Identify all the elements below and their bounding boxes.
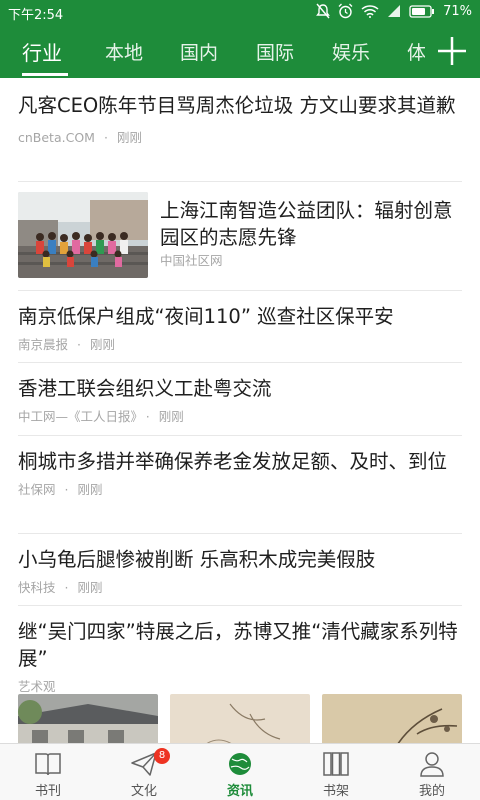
news-meta: 中工网—《工人日报》 · 刚刚 <box>18 409 184 424</box>
news-time: 刚刚 <box>77 482 103 497</box>
news-item[interactable]: 小乌龟后腿惨被削断 乐高积木成完美假肢 快科技 · 刚刚 <box>18 534 462 606</box>
notification-badge: 8 <box>154 748 170 764</box>
tab-entertainment[interactable]: 娱乐 <box>332 38 370 65</box>
building-image <box>18 694 158 743</box>
news-item[interactable]: 南京低保户组成“夜间110” 巡查社区保平安 南京晨报 · 刚刚 <box>18 291 462 363</box>
news-meta: cnBeta.COM · 刚刚 <box>18 130 142 145</box>
news-meta: 中国社区网 <box>160 250 223 269</box>
news-time: 刚刚 <box>158 409 184 424</box>
news-source: cnBeta.COM <box>18 130 95 145</box>
news-meta: 艺术观 <box>18 676 462 695</box>
nav-bookshelf[interactable]: 书架 <box>288 744 384 800</box>
news-source: 中工网—《工人日报》 <box>18 409 137 424</box>
status-time: 下午2:54 <box>8 8 64 23</box>
news-source: 快科技 <box>18 580 56 595</box>
nav-label: 文化 <box>130 784 157 799</box>
news-title: 凡客CEO陈年节目骂周杰伦垃圾 方文山要求其道歉 <box>18 94 456 117</box>
painting-image <box>170 694 310 743</box>
nav-label: 书架 <box>322 784 349 799</box>
tab-international[interactable]: 国际 <box>256 38 294 65</box>
news-title: 桐城市多措并举确保养老金发放足额、及时、到位 <box>18 450 448 473</box>
add-channel-icon[interactable] <box>436 35 468 67</box>
news-feed: 凡客CEO陈年节目骂周杰伦垃圾 方文山要求其道歉 cnBeta.COM·刚刚 <box>0 78 480 743</box>
news-title: 南京低保户组成“夜间110” 巡查社区保平安 <box>18 305 394 328</box>
user-icon <box>420 752 444 777</box>
channel-tabs: 行业 本地 国内 国际 娱乐 体 <box>0 24 425 78</box>
group-photo-image <box>18 192 148 278</box>
news-title: 上海江南智造公益团队：辐射创意园区的志愿先锋 <box>160 199 453 249</box>
news-source: 艺术观 <box>18 679 56 694</box>
news-title: 小乌龟后腿惨被削断 乐高积木成完美假肢 <box>18 548 376 571</box>
nav-mine[interactable]: 我的 <box>384 744 480 800</box>
news-source: 南京晨报 <box>18 337 69 352</box>
news-image <box>18 694 158 743</box>
news-time: 刚刚 <box>90 337 116 352</box>
tab-sports[interactable]: 体 <box>407 38 425 65</box>
news-item[interactable]: 凡客CEO陈年节目骂周杰伦垃圾 方文山要求其道歉 cnBeta.COM · 刚刚 <box>18 78 462 182</box>
news-image <box>170 694 310 743</box>
tab-domestic[interactable]: 国内 <box>180 38 218 65</box>
news-image <box>322 694 462 743</box>
nav-books[interactable]: 书刊 <box>0 744 96 800</box>
globe-icon <box>229 753 251 775</box>
news-title: 继“吴门四家”特展之后，苏博又推“清代藏家系列特展” <box>18 620 458 670</box>
battery-percent: 71% <box>443 3 472 19</box>
mute-icon <box>316 3 330 19</box>
status-icons: 71% <box>316 3 472 19</box>
nav-label: 资讯 <box>226 784 253 799</box>
nav-label: 书刊 <box>34 784 61 799</box>
news-meta: 社保网 · 刚刚 <box>18 482 103 497</box>
news-item[interactable]: 上海江南智造公益团队：辐射创意园区的志愿先锋 中国社区网 <box>18 182 462 291</box>
channel-bar: 行业 本地 国内 国际 娱乐 体 <box>0 24 480 78</box>
news-time: 刚刚 <box>116 130 142 145</box>
news-title: 香港工联会组织义工赴粤交流 <box>18 377 272 400</box>
news-source: 中国社区网 <box>160 253 223 268</box>
bottom-nav: 书刊 8 文化 资讯 书架 我的 <box>0 743 480 800</box>
active-tab-indicator <box>22 73 68 76</box>
status-bar: 下午2:54 71% <box>0 0 480 24</box>
alarm-icon <box>338 3 353 19</box>
news-source: 社保网 <box>18 482 56 497</box>
news-item[interactable]: 桐城市多措并举确保养老金发放足额、及时、到位 社保网 · 刚刚 <box>18 436 462 534</box>
nav-news[interactable]: 资讯 <box>192 744 288 800</box>
tab-local[interactable]: 本地 <box>105 38 143 65</box>
book-icon <box>35 753 61 776</box>
signal-icon <box>388 5 401 17</box>
nav-label: 我的 <box>418 784 445 799</box>
tab-industry[interactable]: 行业 <box>22 37 62 66</box>
news-meta: 南京晨报 · 刚刚 <box>18 337 116 352</box>
news-image-row <box>18 694 462 743</box>
bookshelf-icon <box>323 752 349 776</box>
news-item[interactable]: 香港工联会组织义工赴粤交流 中工网—《工人日报》 · 刚刚 <box>18 363 462 436</box>
news-time: 刚刚 <box>77 580 103 595</box>
nav-culture[interactable]: 8 文化 <box>96 744 192 800</box>
painting-image <box>322 694 462 743</box>
wifi-icon <box>361 5 379 18</box>
news-meta: 快科技 · 刚刚 <box>18 580 103 595</box>
news-thumbnail <box>18 192 148 278</box>
battery-icon <box>409 4 435 18</box>
